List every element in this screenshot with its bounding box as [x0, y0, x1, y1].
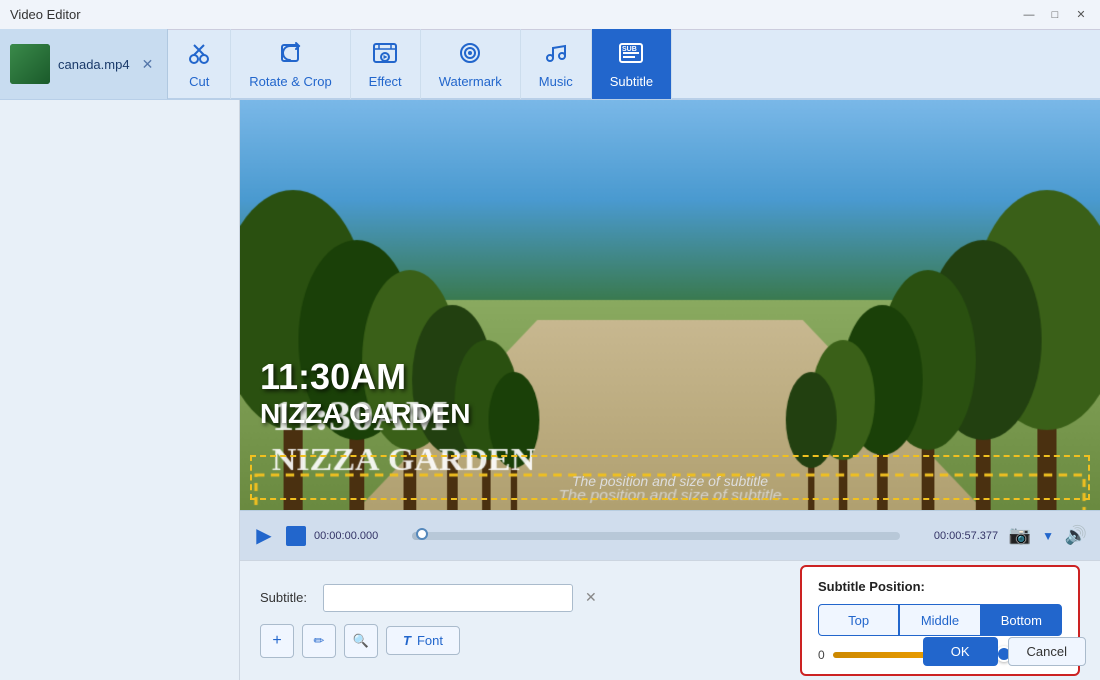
snapshot-button[interactable]: 📷 [1006, 522, 1034, 550]
position-btn-bottom[interactable]: Bottom [981, 604, 1062, 636]
minimize-button[interactable]: — [1020, 6, 1038, 24]
file-thumbnail [10, 44, 50, 84]
window-controls: — □ ✕ [1020, 6, 1090, 24]
time-start: 00:00:00.000 [314, 530, 404, 542]
rotate-icon [277, 40, 303, 70]
file-name: canada.mp4 [58, 57, 130, 72]
nav-tab-cut[interactable]: Cut [168, 29, 231, 99]
edit-subtitle-button[interactable]: ✏ [302, 624, 336, 658]
tab-bar: canada.mp4 ✕ Cut Rotate & Crop Effect Water… [0, 30, 1100, 100]
subtitle-input[interactable] [323, 584, 573, 612]
video-overlay: 11:30AM NIZZA GARDEN [260, 356, 471, 430]
nav-tab-subtitle[interactable]: SUB Subtitle [592, 29, 672, 99]
font-label: Font [417, 633, 443, 648]
sidebar [0, 100, 240, 680]
file-tab[interactable]: canada.mp4 ✕ [0, 29, 168, 99]
controls-bar: ▶ 00:00:00.000 00:00:57.377 📷 ▼ 🔊 [240, 510, 1100, 560]
subtitle-label: Subtitle [610, 74, 653, 89]
main-area: 11:30AM NIZZA GARDEN The position and si… [0, 100, 1100, 680]
subtitle-clear-button[interactable]: ✕ [585, 589, 597, 606]
title-bar: Video Editor — □ ✕ [0, 0, 1100, 30]
nav-tabs: CutRotate & CropEffectWatermarkMusicSUBS… [168, 29, 672, 99]
music-icon [543, 40, 569, 70]
subtitle-row: Subtitle: ✕ [260, 584, 597, 612]
subtitle-actions: + ✏ 🔍 T Font [260, 624, 597, 658]
cut-label: Cut [189, 74, 209, 89]
nav-tab-effect[interactable]: Effect [351, 29, 421, 99]
watermark-icon [457, 40, 483, 70]
effect-icon [372, 40, 398, 70]
video-time-text: 11:30AM [260, 356, 471, 398]
subtitle-position-indicator: The position and size of subtitle [250, 455, 1090, 500]
nav-tab-rotate[interactable]: Rotate & Crop [231, 29, 350, 99]
cancel-button[interactable]: Cancel [1008, 637, 1086, 666]
camera-dropdown-arrow[interactable]: ▼ [1042, 529, 1054, 543]
position-btn-middle[interactable]: Middle [899, 604, 980, 636]
watermark-label: Watermark [439, 74, 502, 89]
app-title: Video Editor [10, 7, 81, 22]
add-subtitle-button[interactable]: + [260, 624, 294, 658]
cut-icon [186, 40, 212, 70]
position-title: Subtitle Position: [818, 579, 1062, 594]
nav-tab-watermark[interactable]: Watermark [421, 29, 521, 99]
font-icon: T [403, 633, 411, 648]
nav-tab-music[interactable]: Music [521, 29, 592, 99]
font-button[interactable]: T Font [386, 626, 460, 655]
subtitle-label: Subtitle: [260, 590, 315, 605]
music-label: Music [539, 74, 573, 89]
maximize-button[interactable]: □ [1046, 6, 1064, 24]
subtitle-overlay-text: The position and size of subtitle [252, 457, 1088, 505]
time-end: 00:00:57.377 [908, 530, 998, 542]
subtitle-icon: SUB [618, 40, 644, 70]
video-place-text: NIZZA GARDEN [260, 398, 471, 430]
close-button[interactable]: ✕ [1072, 6, 1090, 24]
video-container: 11:30AM NIZZA GARDEN The position and si… [240, 100, 1100, 680]
ok-button[interactable]: OK [923, 637, 998, 666]
stop-button[interactable] [286, 526, 306, 546]
position-buttons: TopMiddleBottom [818, 604, 1062, 636]
video-scene [240, 100, 1100, 510]
dialog-buttons: OK Cancel [923, 637, 1086, 666]
search-subtitle-button[interactable]: 🔍 [344, 624, 378, 658]
file-tab-close-button[interactable]: ✕ [138, 54, 158, 75]
timeline-thumb[interactable] [416, 528, 428, 540]
subtitle-section: Subtitle: ✕ + ✏ 🔍 T Font [260, 584, 597, 658]
video-preview: 11:30AM NIZZA GARDEN The position and si… [240, 100, 1100, 510]
slider-min: 0 [818, 648, 825, 662]
volume-button[interactable]: 🔊 [1062, 522, 1090, 550]
rotate-label: Rotate & Crop [249, 74, 331, 89]
play-button[interactable]: ▶ [250, 522, 278, 550]
svg-text:SUB: SUB [622, 46, 637, 53]
position-btn-top[interactable]: Top [818, 604, 899, 636]
effect-label: Effect [369, 74, 402, 89]
timeline[interactable] [412, 532, 900, 540]
